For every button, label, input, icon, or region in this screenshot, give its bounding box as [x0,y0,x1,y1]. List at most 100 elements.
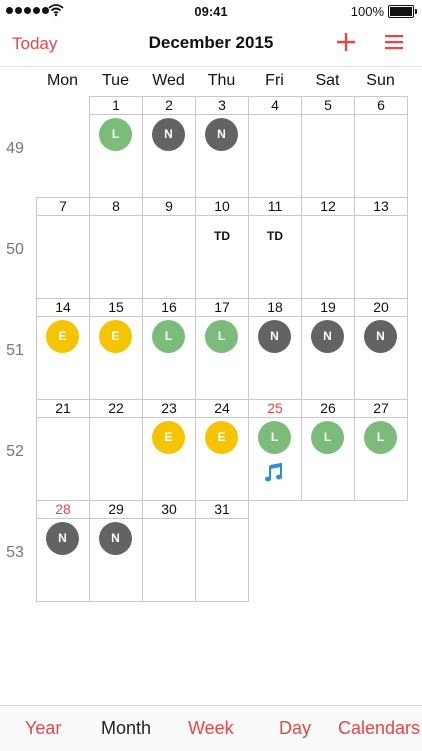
shift-badge[interactable]: E [152,421,185,454]
shift-badge[interactable]: N [364,320,397,353]
music-note-icon[interactable] [263,462,285,484]
day-cell[interactable]: 14 E [36,298,90,400]
day-cell[interactable]: 31 [195,500,249,602]
day-cell[interactable]: 4 [248,96,302,198]
shift-badge[interactable]: N [99,522,132,555]
day-number: 11 [249,198,301,216]
day-cell[interactable]: 29 N [89,500,143,602]
weekday-header: Mon Tue Wed Thu Fri Sat Sun [36,72,407,94]
weekday-label: Sat [315,72,340,89]
day-number: 22 [90,400,142,418]
add-icon[interactable] [334,30,358,54]
tab-month[interactable]: Month [101,718,151,739]
week-number: 50 [6,241,24,258]
weekday-label: Mon [46,72,79,89]
day-number: 14 [37,299,89,317]
day-cell[interactable]: 3N [195,96,249,198]
day-number: 25 [249,400,301,418]
shift-badge[interactable]: N [311,320,344,353]
navigation-bar: Today December 2015 [0,22,422,67]
day-cell[interactable]: 28 N [36,500,90,602]
day-cell[interactable]: 22 [89,399,143,501]
day-cell[interactable]: 27 L [354,399,408,501]
day-cell[interactable]: 11 TD [248,197,302,299]
day-cell[interactable]: 10 TD [195,197,249,299]
tab-year[interactable]: Year [25,718,61,739]
day-cell[interactable]: 25 L [248,399,302,501]
day-number: 5 [302,97,354,115]
day-number: 15 [90,299,142,317]
day-number: 19 [302,299,354,317]
day-number: 3 [196,97,248,115]
day-cell[interactable]: 2N [142,96,196,198]
tab-day[interactable]: Day [279,718,311,739]
day-number: 4 [249,97,301,115]
shift-badge[interactable]: N [258,320,291,353]
day-cell[interactable]: 30 [142,500,196,602]
day-number: 21 [37,400,89,418]
weekday-label: Tue [102,72,129,89]
shift-badge[interactable]: L [205,320,238,353]
day-cell[interactable]: 7 [36,197,90,299]
day-cell[interactable]: 23 E [142,399,196,501]
day-cell[interactable]: 9 [142,197,196,299]
day-cell[interactable]: 20 N [354,298,408,400]
day-cell[interactable]: 17 L [195,298,249,400]
day-cell[interactable]: 12 [301,197,355,299]
day-number: 10 [196,198,248,216]
day-number: 6 [355,97,407,115]
shift-badge[interactable]: E [46,320,79,353]
day-number: 27 [355,400,407,418]
day-cell[interactable]: 8 [89,197,143,299]
day-number: 9 [143,198,195,216]
event-label[interactable]: TD [196,229,248,243]
day-number: 13 [355,198,407,216]
day-number: 24 [196,400,248,418]
day-number: 12 [302,198,354,216]
day-cell[interactable]: 21 [36,399,90,501]
event-label[interactable]: TD [249,229,301,243]
shift-badge[interactable]: N [205,118,238,151]
weekday-label: Thu [207,72,236,89]
tab-week[interactable]: Week [188,718,234,739]
weekday-label: Sun [366,72,395,89]
day-number: 23 [143,400,195,418]
day-number: 8 [90,198,142,216]
day-cell[interactable]: 24 E [195,399,249,501]
shift-badge[interactable]: E [205,421,238,454]
shift-badge[interactable]: E [99,320,132,353]
day-cell[interactable]: 26 L [301,399,355,501]
shift-badge[interactable]: L [99,118,132,151]
day-cell[interactable]: 1L [89,96,143,198]
battery-icon [388,5,417,18]
day-number: 31 [196,501,248,519]
day-cell[interactable]: 15 E [89,298,143,400]
week-number: 51 [6,342,24,359]
day-cell[interactable]: 16 L [142,298,196,400]
day-cell[interactable]: 19 N [301,298,355,400]
day-cell[interactable]: 5 [301,96,355,198]
menu-icon[interactable] [384,32,404,52]
shift-badge[interactable]: N [46,522,79,555]
day-cell[interactable]: 13 [354,197,408,299]
day-cell[interactable]: 6 [354,96,408,198]
shift-badge[interactable]: L [152,320,185,353]
day-number: 16 [143,299,195,317]
week-number: 53 [6,544,24,561]
shift-badge[interactable]: L [311,421,344,454]
week-number: 52 [6,443,24,460]
battery-percentage: 100% [350,4,384,19]
shift-badge[interactable]: L [258,421,291,454]
shift-badge[interactable]: L [364,421,397,454]
tab-calendars[interactable]: Calendars [338,718,420,739]
day-cell[interactable]: 18 N [248,298,302,400]
weekday-label: Wed [152,72,185,89]
month-title: December 2015 [148,33,274,52]
shift-badge[interactable]: N [152,118,185,151]
day-number: 17 [196,299,248,317]
day-number: 29 [90,501,142,519]
today-button[interactable]: Today [12,34,57,54]
day-number: 7 [37,198,89,216]
day-number: 26 [302,400,354,418]
tab-bar: Year Month Week Day Calendars [0,705,422,751]
